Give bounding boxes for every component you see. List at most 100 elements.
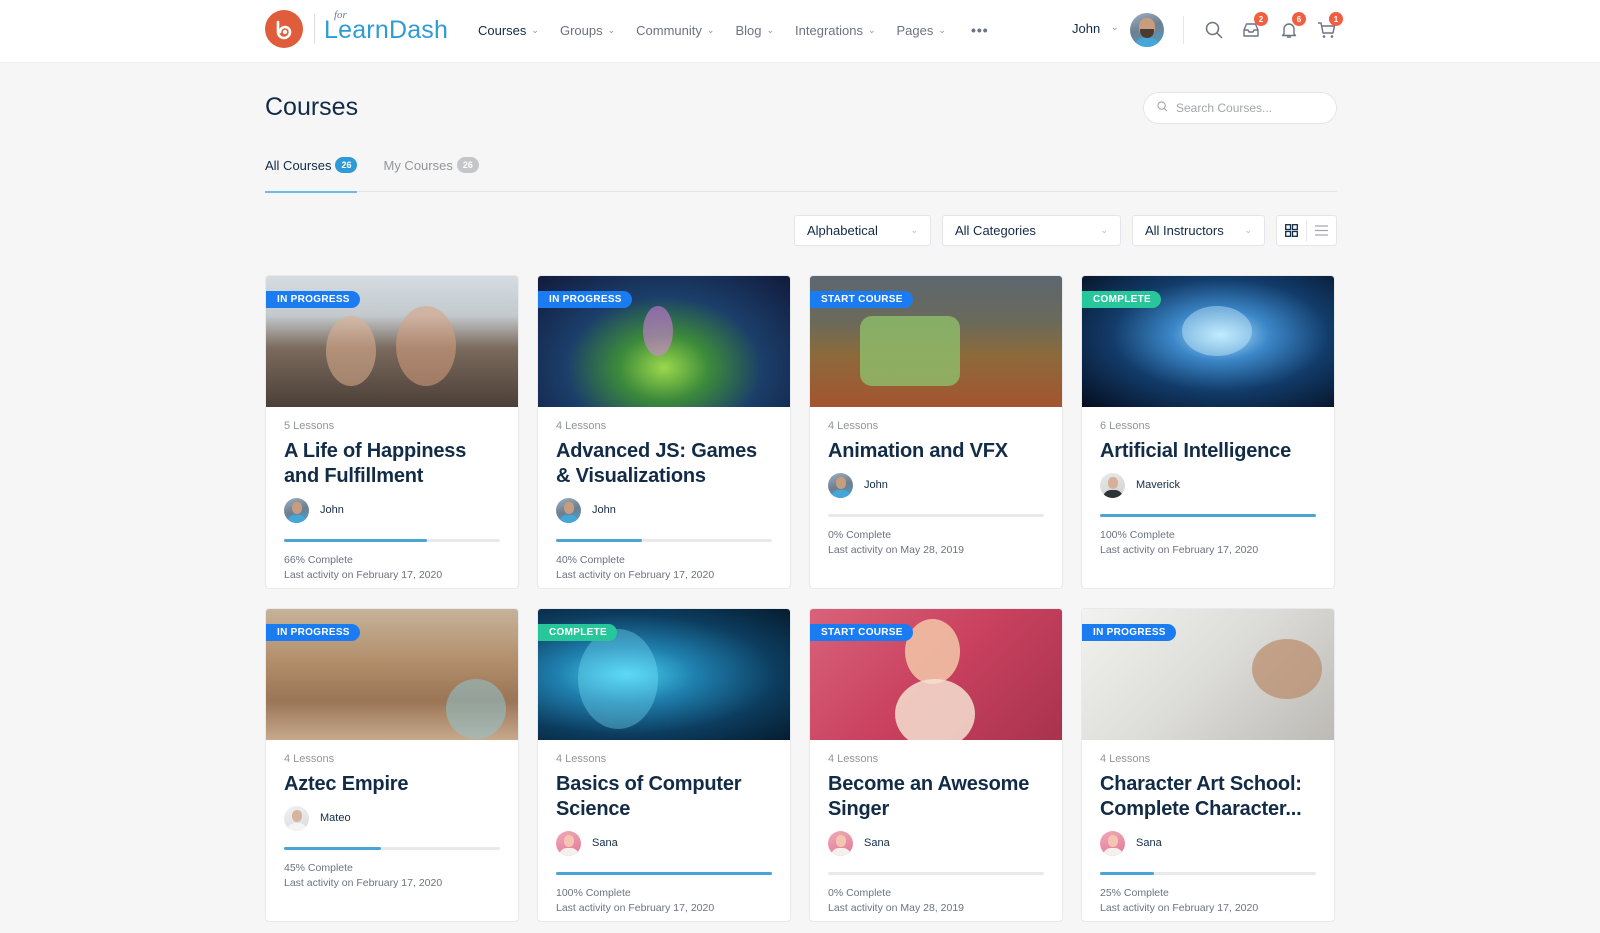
- progress-label: 40% Complete: [556, 554, 625, 566]
- course-author[interactable]: Sana: [1100, 830, 1316, 856]
- grid-view-button[interactable]: [1277, 216, 1306, 245]
- progress-fill: [1100, 872, 1154, 875]
- course-thumbnail[interactable]: START COURSE: [810, 276, 1062, 407]
- tab-label: All Courses: [265, 158, 332, 173]
- course-title[interactable]: Basics of Computer Science: [556, 772, 772, 822]
- status-badge: IN PROGRESS: [1082, 624, 1176, 641]
- site-logo[interactable]: LearnDash: [324, 16, 448, 45]
- status-badge: COMPLETE: [538, 624, 617, 641]
- progress-fill: [1100, 514, 1316, 517]
- course-title[interactable]: Become an Awesome Singer: [828, 772, 1044, 822]
- tab-label: My Courses: [383, 158, 453, 173]
- author-avatar: [828, 830, 853, 856]
- author-avatar: [1100, 830, 1125, 856]
- inbox-icon[interactable]: 2: [1240, 12, 1268, 41]
- course-title[interactable]: Character Art School: Complete Character…: [1100, 772, 1316, 822]
- header-divider: [1183, 16, 1184, 44]
- course-author[interactable]: Mateo: [284, 805, 500, 831]
- nav-label: Community: [636, 22, 702, 38]
- course-card[interactable]: COMPLETE 4 Lessons Basics of Computer Sc…: [537, 608, 791, 922]
- course-thumbnail[interactable]: IN PROGRESS: [266, 276, 518, 407]
- buddyboss-logo-icon[interactable]: [265, 10, 303, 48]
- course-card[interactable]: START COURSE 4 Lessons Animation and VFX…: [809, 275, 1063, 589]
- course-title[interactable]: Advanced JS: Games & Visualizations: [556, 439, 772, 489]
- course-card[interactable]: IN PROGRESS 4 Lessons Advanced JS: Games…: [537, 275, 791, 589]
- author-avatar: [556, 830, 581, 856]
- author-name: Maverick: [1136, 479, 1181, 491]
- course-thumbnail[interactable]: COMPLETE: [1082, 276, 1334, 407]
- course-card[interactable]: IN PROGRESS 5 Lessons A Life of Happines…: [265, 275, 519, 589]
- progress-label: 100% Complete: [1100, 529, 1175, 541]
- course-title[interactable]: Animation and VFX: [828, 439, 1044, 464]
- nav-item-blog[interactable]: Blog ⌄: [735, 23, 774, 38]
- category-select[interactable]: All Categories ⌄: [942, 215, 1121, 246]
- lesson-count: 6 Lessons: [1100, 420, 1151, 432]
- nav-item-integrations[interactable]: Integrations ⌄: [795, 23, 875, 38]
- notifications-badge: 6: [1292, 12, 1306, 26]
- course-card[interactable]: IN PROGRESS 4 Lessons Aztec Empire Mateo…: [265, 608, 519, 922]
- course-author[interactable]: John: [284, 497, 500, 523]
- course-author[interactable]: Sana: [828, 830, 1044, 856]
- lesson-count: 4 Lessons: [556, 753, 607, 765]
- last-activity: Last activity on February 17, 2020: [556, 569, 715, 581]
- status-badge: IN PROGRESS: [266, 291, 360, 308]
- progress-label: 0% Complete: [828, 529, 892, 541]
- course-title[interactable]: A Life of Happiness and Fulfillment: [284, 439, 500, 489]
- nav-item-community[interactable]: Community ⌄: [636, 23, 714, 38]
- messages-badge: 2: [1254, 12, 1268, 26]
- chevron-down-icon[interactable]: ⌄: [1111, 22, 1119, 33]
- tab-all-courses[interactable]: All Courses 26: [265, 150, 358, 193]
- course-author[interactable]: Maverick: [1100, 472, 1316, 498]
- course-card[interactable]: COMPLETE 6 Lessons Artificial Intelligen…: [1081, 275, 1335, 589]
- course-thumbnail[interactable]: IN PROGRESS: [266, 609, 518, 740]
- course-tabs: All Courses 26 My Courses 26: [265, 150, 1337, 193]
- cart-icon[interactable]: 1: [1315, 12, 1343, 41]
- author-name: Sana: [864, 837, 890, 849]
- order-select[interactable]: Alphabetical ⌄: [794, 215, 931, 246]
- last-activity: Last activity on February 17, 2020: [1100, 902, 1259, 914]
- course-thumbnail[interactable]: IN PROGRESS: [538, 276, 790, 407]
- nav-item-courses[interactable]: Courses ⌄: [478, 23, 539, 38]
- tab-my-courses[interactable]: My Courses 26: [383, 150, 479, 192]
- author-name: Sana: [1136, 837, 1162, 849]
- course-thumbnail[interactable]: START COURSE: [810, 609, 1062, 740]
- bell-icon[interactable]: 6: [1278, 12, 1306, 41]
- course-title[interactable]: Aztec Empire: [284, 772, 500, 797]
- nav-item-pages[interactable]: Pages ⌄: [897, 23, 946, 38]
- progress-bar: [556, 539, 772, 542]
- user-menu-name[interactable]: John: [1072, 21, 1100, 36]
- course-search[interactable]: [1143, 92, 1337, 124]
- status-badge: START COURSE: [810, 291, 913, 308]
- course-title[interactable]: Artificial Intelligence: [1100, 439, 1316, 464]
- last-activity: Last activity on February 17, 2020: [284, 569, 443, 581]
- author-name: John: [864, 479, 888, 491]
- author-name: John: [592, 504, 616, 516]
- author-name: Sana: [592, 837, 618, 849]
- search-icon[interactable]: [1203, 19, 1225, 41]
- course-author[interactable]: John: [828, 472, 1044, 498]
- user-avatar[interactable]: [1130, 13, 1164, 47]
- instructor-select[interactable]: All Instructors ⌄: [1132, 215, 1265, 246]
- chevron-down-icon: ⌄: [607, 24, 616, 35]
- lesson-count: 4 Lessons: [828, 420, 879, 432]
- search-courses-input[interactable]: [1176, 101, 1326, 115]
- course-thumbnail[interactable]: IN PROGRESS: [1082, 609, 1334, 740]
- progress-bar: [1100, 514, 1316, 517]
- cart-badge: 1: [1329, 12, 1343, 26]
- progress-label: 25% Complete: [1100, 887, 1169, 899]
- lesson-count: 4 Lessons: [828, 753, 879, 765]
- course-author[interactable]: John: [556, 497, 772, 523]
- course-author[interactable]: Sana: [556, 830, 772, 856]
- more-menu-icon[interactable]: •••: [971, 22, 989, 38]
- course-card[interactable]: IN PROGRESS 4 Lessons Character Art Scho…: [1081, 608, 1335, 922]
- chevron-down-icon: ⌄: [910, 225, 918, 235]
- progress-bar: [284, 847, 500, 850]
- progress-label: 0% Complete: [828, 887, 892, 899]
- progress-bar: [556, 872, 772, 875]
- last-activity: Last activity on May 28, 2019: [828, 544, 964, 556]
- nav-item-groups[interactable]: Groups ⌄: [560, 23, 615, 38]
- course-card[interactable]: START COURSE 4 Lessons Become an Awesome…: [809, 608, 1063, 922]
- course-thumbnail[interactable]: COMPLETE: [538, 609, 790, 740]
- list-view-button[interactable]: [1307, 216, 1336, 245]
- lesson-count: 4 Lessons: [556, 420, 607, 432]
